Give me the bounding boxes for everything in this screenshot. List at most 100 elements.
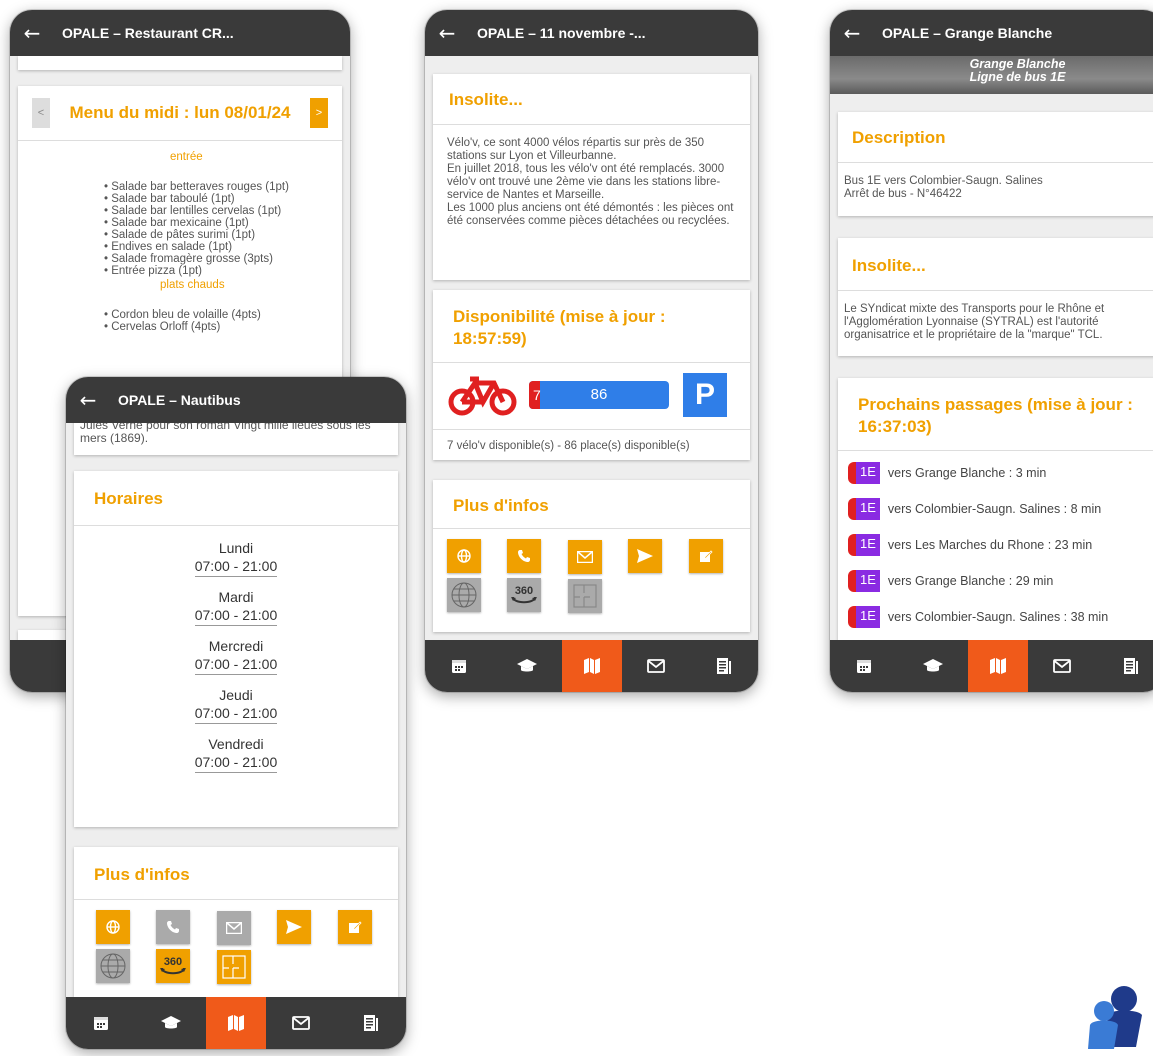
passage-text: vers Colombier-Saugn. Salines : 8 min (887, 502, 1102, 516)
news-icon (1123, 658, 1138, 674)
send-icon (637, 549, 654, 563)
list-item: • Salade fromagère grosse (3pts) (104, 253, 273, 265)
menu-title: Menu du midi : lun 08/01/24 (69, 103, 291, 122)
nav-education[interactable] (493, 640, 561, 692)
mail-icon (292, 1016, 310, 1030)
nav-news[interactable] (1096, 640, 1153, 692)
nav-mail[interactable] (622, 640, 690, 692)
dispo-card: Disponibilité (mise à jour : 18:57:59) 7… (433, 290, 750, 460)
back-arrow-icon[interactable]: ← (66, 388, 110, 412)
schedule-day: Vendredi 07:00 - 21:00 (74, 736, 398, 773)
edit-icon (699, 550, 713, 562)
nav-calendar[interactable] (830, 640, 899, 692)
www-button[interactable] (447, 578, 481, 612)
horaires-card: Horaires Lundi 07:00 - 21:00 Mardi 07:00 -… (74, 471, 398, 827)
day-label: Jeudi (219, 687, 253, 703)
app-bar: ← OPALE – Restaurant CR... (10, 10, 350, 56)
places-count: 86 (590, 386, 608, 403)
nav-news[interactable] (336, 997, 406, 1049)
bottom-nav (425, 640, 758, 692)
page-title: OPALE – Grange Blanche (882, 25, 1053, 41)
plats-list: • Cordon bleu de volaille (4pts) • Cerve… (104, 309, 342, 333)
prev-day-button[interactable]: < (32, 98, 50, 128)
nav-mail[interactable] (1028, 640, 1097, 692)
day-hours: 07:00 - 21:00 (194, 705, 278, 724)
floor-plan-button[interactable] (216, 950, 251, 984)
send-button[interactable] (277, 910, 312, 944)
plats-heading: plats chauds (160, 279, 225, 291)
edit-button[interactable] (688, 539, 723, 573)
insolite-card: Insolite... Vélo'v, ce sont 4000 vélos r… (433, 74, 750, 280)
phone-button[interactable] (507, 539, 542, 573)
floor-plan-icon (222, 955, 246, 979)
mail-button[interactable] (567, 540, 602, 574)
next-day-button[interactable]: > (310, 98, 328, 128)
content: Grange Blanche Ligne de bus 1E Descripti… (830, 56, 1153, 640)
phone-nautibus: ← OPALE – Nautibus Jules Verne pour son … (66, 377, 406, 1049)
graduation-cap-icon (161, 1016, 181, 1029)
phone-grange-blanche: ← OPALE – Grange Blanche Grange Blanche … (830, 10, 1153, 692)
parking-icon: P (683, 373, 727, 417)
mail-icon (1052, 659, 1071, 673)
back-arrow-icon[interactable]: ← (10, 21, 54, 45)
day-hours: 07:00 - 21:00 (194, 607, 278, 626)
list-item: • Salade bar betteraves rouges (1pt) (104, 181, 289, 193)
website-button[interactable] (447, 539, 481, 573)
infos-card: Plus d'infos 360 (433, 480, 750, 632)
phone-icon (167, 921, 180, 933)
banner-line-2: Ligne de bus 1E (969, 70, 1066, 84)
calendar-icon (857, 660, 872, 673)
send-button[interactable] (628, 539, 663, 573)
nav-calendar[interactable] (425, 640, 493, 692)
schedule-list: Lundi 07:00 - 21:00 Mardi 07:00 - 21:00 Me… (74, 526, 398, 773)
list-item: • Entrée pizza (1pt) (104, 265, 202, 277)
view-360-button[interactable]: 360 (507, 578, 542, 612)
infos-buttons: 360 (433, 529, 743, 617)
description-text: Bus 1E vers Colombier-Saugn. Salines Arr… (844, 175, 1043, 200)
nav-map[interactable] (561, 640, 622, 692)
infos-title: Plus d'infos (433, 480, 750, 529)
nav-map[interactable] (206, 997, 266, 1049)
infos-card: Plus d'infos 360 (74, 847, 398, 997)
nav-news[interactable] (690, 640, 758, 692)
insolite-card: Insolite... Le SYndicat mixte des Transp… (838, 238, 1153, 356)
mail-icon (576, 551, 593, 563)
insolite-text: Vélo'v, ce sont 4000 vélos répartis sur … (447, 137, 734, 227)
graduation-cap-icon (517, 659, 538, 672)
passage-row: 1E vers Les Marches du Rhone : 23 min (848, 527, 1153, 563)
nav-education[interactable] (899, 640, 968, 692)
app-bar: ← OPALE – 11 novembre -... (425, 10, 758, 56)
list-item: • Salade de pâtes surimi (1pt) (104, 229, 256, 241)
passage-row: 1E vers Grange Blanche : 29 min (848, 563, 1153, 599)
map-icon (989, 658, 1006, 674)
floor-plan-button[interactable] (567, 579, 602, 613)
line-number: 1E (856, 570, 880, 592)
content: Insolite... Vélo'v, ce sont 4000 vélos r… (425, 56, 758, 640)
website-button[interactable] (96, 910, 130, 944)
bottom-nav (830, 640, 1153, 692)
list-item: • Salade bar lentilles cervelas (1pt) (104, 205, 282, 217)
passages-list: 1E vers Grange Blanche : 3 min 1E vers C… (838, 451, 1153, 635)
nav-calendar[interactable] (66, 997, 136, 1049)
graduation-cap-icon (923, 659, 944, 672)
edit-button[interactable] (337, 910, 372, 944)
nav-mail[interactable] (266, 997, 336, 1049)
mail-button[interactable] (216, 911, 251, 945)
nav-map[interactable] (967, 640, 1028, 692)
phone-button[interactable] (156, 910, 191, 944)
www-button[interactable] (96, 949, 130, 983)
insolite-text: Le SYndicat mixte des Transports pour le… (844, 303, 1105, 341)
passage-text: vers Grange Blanche : 3 min (887, 466, 1047, 480)
view-360-button[interactable]: 360 (156, 949, 191, 983)
line-badge: 1E (848, 606, 880, 628)
day-label: Mercredi (208, 638, 264, 654)
insolite-title: Insolite... (433, 74, 750, 125)
availability-bar: 7 86 (529, 381, 669, 409)
menu-header: < Menu du midi : lun 08/01/24 > (18, 86, 342, 141)
page-title: OPALE – Restaurant CR... (62, 25, 234, 41)
nav-education[interactable] (136, 997, 206, 1049)
back-arrow-icon[interactable]: ← (425, 21, 469, 45)
schedule-day: Jeudi 07:00 - 21:00 (74, 687, 398, 724)
top-text: Jules Verne pour son roman Vingt mille l… (80, 423, 371, 445)
back-arrow-icon[interactable]: ← (830, 21, 874, 45)
